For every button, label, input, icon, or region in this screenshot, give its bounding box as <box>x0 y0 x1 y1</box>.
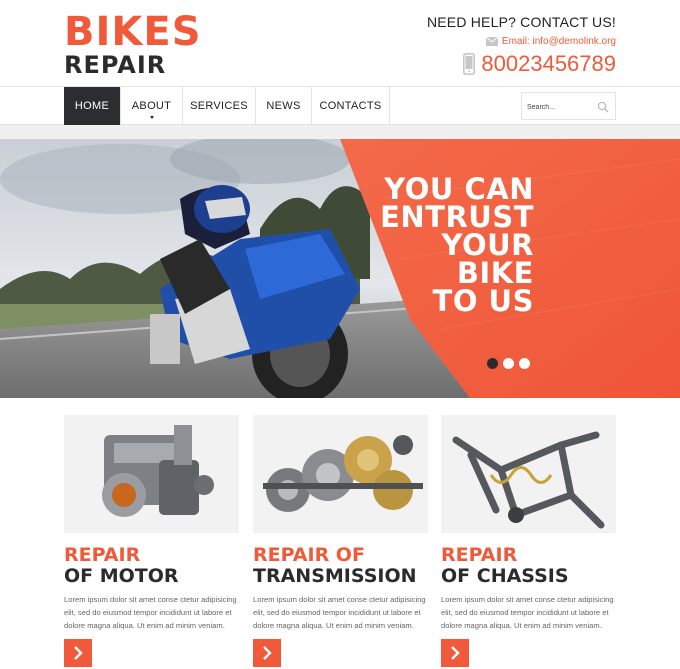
hero-line: ENTRUST <box>380 200 534 234</box>
hero-line: YOUR <box>441 228 534 262</box>
card-title-accent: REPAIR <box>64 544 141 566</box>
envelope-icon <box>485 36 499 46</box>
nav-item-label: HOME <box>74 100 110 112</box>
card-description: Lorem ipsum dolor sit amet conse ctetur … <box>253 595 426 630</box>
logo-line-1: BIKES <box>64 9 202 55</box>
divider-band <box>0 125 680 139</box>
read-more-button[interactable] <box>64 639 92 667</box>
hero-headline: YOU CAN ENTRUST YOUR BIKE TO US <box>380 172 534 318</box>
phone-number: 80023456789 <box>481 51 616 76</box>
chevron-right-icon <box>263 646 272 660</box>
caret-down-icon <box>149 116 154 119</box>
card-title-dark: OF MOTOR <box>64 565 179 587</box>
nav-item-services[interactable]: SERVICES <box>183 87 256 125</box>
nav-item-label: ABOUT <box>131 100 172 112</box>
help-title: NEED HELP? CONTACT US! <box>426 14 616 30</box>
card-title-dark: TRANSMISSION <box>253 565 417 587</box>
card-title-accent: REPAIR OF <box>253 544 365 566</box>
transmission-image[interactable] <box>253 415 428 533</box>
hero-line: TO US <box>432 284 534 318</box>
motor-image[interactable] <box>64 415 239 533</box>
card-title-dark: OF CHASSIS <box>441 565 569 587</box>
card-description: Lorem ipsum dolor sit amet conse ctetur … <box>441 595 614 630</box>
email-link[interactable]: Email: info@demolink.org <box>502 36 616 47</box>
chevron-right-icon <box>74 646 83 660</box>
nav-item-label: CONTACTS <box>319 100 382 112</box>
search-input[interactable] <box>527 100 597 114</box>
header: BIKES REPAIR NEED HELP? CONTACT US! Emai… <box>0 0 680 86</box>
chassis-image[interactable] <box>441 415 616 533</box>
phone-icon <box>463 53 476 75</box>
nav-item-contacts[interactable]: CONTACTS <box>312 87 390 125</box>
logo[interactable]: BIKES REPAIR <box>64 12 202 78</box>
email-row[interactable]: Email: info@demolink.org <box>427 36 616 47</box>
slider-dots <box>487 358 530 369</box>
phone-row: 80023456789 <box>427 51 616 77</box>
service-card-motor: REPAIR OF MOTOR Lorem ipsum dolor sit am… <box>64 415 239 667</box>
nav-item-home[interactable]: HOME <box>64 87 121 125</box>
service-card-chassis: REPAIR OF CHASSIS Lorem ipsum dolor sit … <box>441 415 616 667</box>
search-icon[interactable] <box>597 100 609 113</box>
card-description: Lorem ipsum dolor sit amet conse ctetur … <box>64 595 237 630</box>
service-card-transmission: REPAIR OF TRANSMISSION Lorem ipsum dolor… <box>253 415 428 667</box>
logo-line-2: REPAIR <box>64 51 167 79</box>
hero-line: BIKE <box>456 256 534 290</box>
slider-dot-3[interactable] <box>519 358 530 369</box>
services-section: REPAIR OF MOTOR Lorem ipsum dolor sit am… <box>64 415 616 669</box>
nav-item-news[interactable]: NEWS <box>256 87 312 125</box>
search-box <box>521 92 616 120</box>
nav-item-label: NEWS <box>266 100 301 112</box>
hero-image <box>0 139 680 398</box>
hero-line: YOU CAN <box>384 172 534 206</box>
read-more-button[interactable] <box>253 639 281 667</box>
slider-dot-1[interactable] <box>487 358 498 369</box>
contact-block: NEED HELP? CONTACT US! Email: info@demol… <box>427 14 616 77</box>
read-more-button[interactable] <box>441 639 469 667</box>
nav-item-label: SERVICES <box>190 100 248 112</box>
nav-item-about[interactable]: ABOUT <box>121 87 183 125</box>
slider-dot-2[interactable] <box>503 358 514 369</box>
main-nav: HOME ABOUT SERVICES NEWS CONTACTS <box>0 86 680 125</box>
chevron-right-icon <box>451 646 460 660</box>
nav-items: HOME ABOUT SERVICES NEWS CONTACTS <box>64 87 390 125</box>
card-title-accent: REPAIR <box>441 544 518 566</box>
hero-slider: YOU CAN ENTRUST YOUR BIKE TO US <box>0 139 680 398</box>
